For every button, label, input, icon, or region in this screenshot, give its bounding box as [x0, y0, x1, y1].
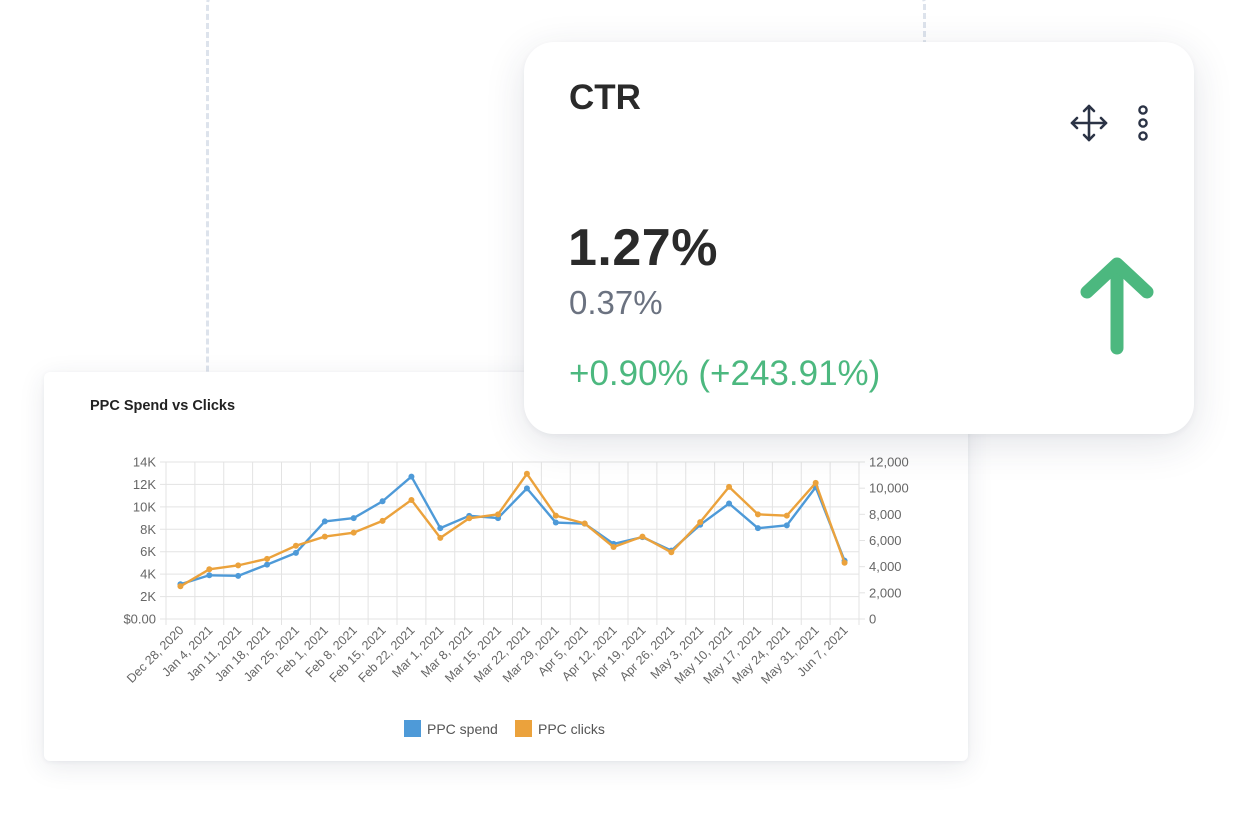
data-point [581, 520, 588, 527]
data-point [495, 511, 502, 518]
y-left-tick-label: 2K [140, 589, 156, 604]
data-point [552, 519, 559, 526]
data-point [754, 511, 761, 518]
data-point [408, 473, 415, 480]
legend-label: PPC spend [427, 721, 498, 737]
y-left-tick-label: 10K [133, 499, 156, 514]
y-left-tick-label: $0.00 [123, 612, 156, 627]
data-point [437, 525, 444, 532]
data-point [726, 500, 733, 507]
data-point [466, 515, 473, 522]
y-left-tick-label: 12K [133, 477, 156, 492]
y-left-tick-label: 6K [140, 544, 156, 559]
data-point [292, 542, 299, 549]
data-point [754, 525, 761, 532]
data-point [350, 529, 357, 536]
y-right-tick-label: 10,000 [869, 481, 909, 496]
more-vertical-icon[interactable] [1130, 101, 1156, 145]
kpi-current-value: 1.27% [568, 219, 718, 277]
ctr-kpi-card: CTR 1.27% 0.37% +0.90% (+243.91%) [524, 42, 1194, 434]
data-point [177, 583, 184, 590]
data-point [321, 533, 328, 540]
data-point [379, 498, 386, 505]
data-point [292, 549, 299, 556]
data-point [206, 566, 213, 573]
move-icon[interactable] [1067, 101, 1111, 145]
legend-swatch [515, 720, 532, 737]
y-right-tick-label: 12,000 [869, 455, 909, 470]
kpi-change: +0.90% (+243.91%) [569, 354, 881, 393]
data-point [523, 470, 530, 477]
data-point [235, 562, 242, 569]
data-point [350, 515, 357, 522]
data-point [264, 561, 271, 568]
data-point [639, 533, 646, 540]
data-point [552, 512, 559, 519]
data-point [783, 512, 790, 519]
data-point [668, 549, 675, 556]
data-point [321, 518, 328, 525]
y-right-tick-label: 6,000 [869, 533, 902, 548]
y-right-tick-label: 0 [869, 612, 876, 627]
arrow-up-icon [1080, 257, 1154, 355]
data-point [235, 572, 242, 579]
kpi-previous-value: 0.37% [569, 284, 663, 321]
data-point [264, 555, 271, 562]
data-point [812, 479, 819, 486]
data-point [408, 496, 415, 503]
data-point [379, 517, 386, 524]
data-point [783, 522, 790, 529]
y-right-tick-label: 4,000 [869, 559, 902, 574]
y-right-tick-label: 8,000 [869, 507, 902, 522]
legend-swatch [404, 720, 421, 737]
data-point [697, 519, 704, 526]
y-left-tick-label: 4K [140, 567, 156, 582]
data-point [841, 559, 848, 566]
data-point [610, 544, 617, 551]
kpi-title: CTR [569, 78, 641, 117]
y-left-tick-label: 8K [140, 522, 156, 537]
y-right-tick-label: 2,000 [869, 585, 902, 600]
data-point [726, 483, 733, 490]
data-point [523, 485, 530, 492]
data-point [206, 572, 213, 579]
y-left-tick-label: 14K [133, 455, 156, 470]
data-point [437, 534, 444, 541]
legend-label: PPC clicks [538, 721, 605, 737]
